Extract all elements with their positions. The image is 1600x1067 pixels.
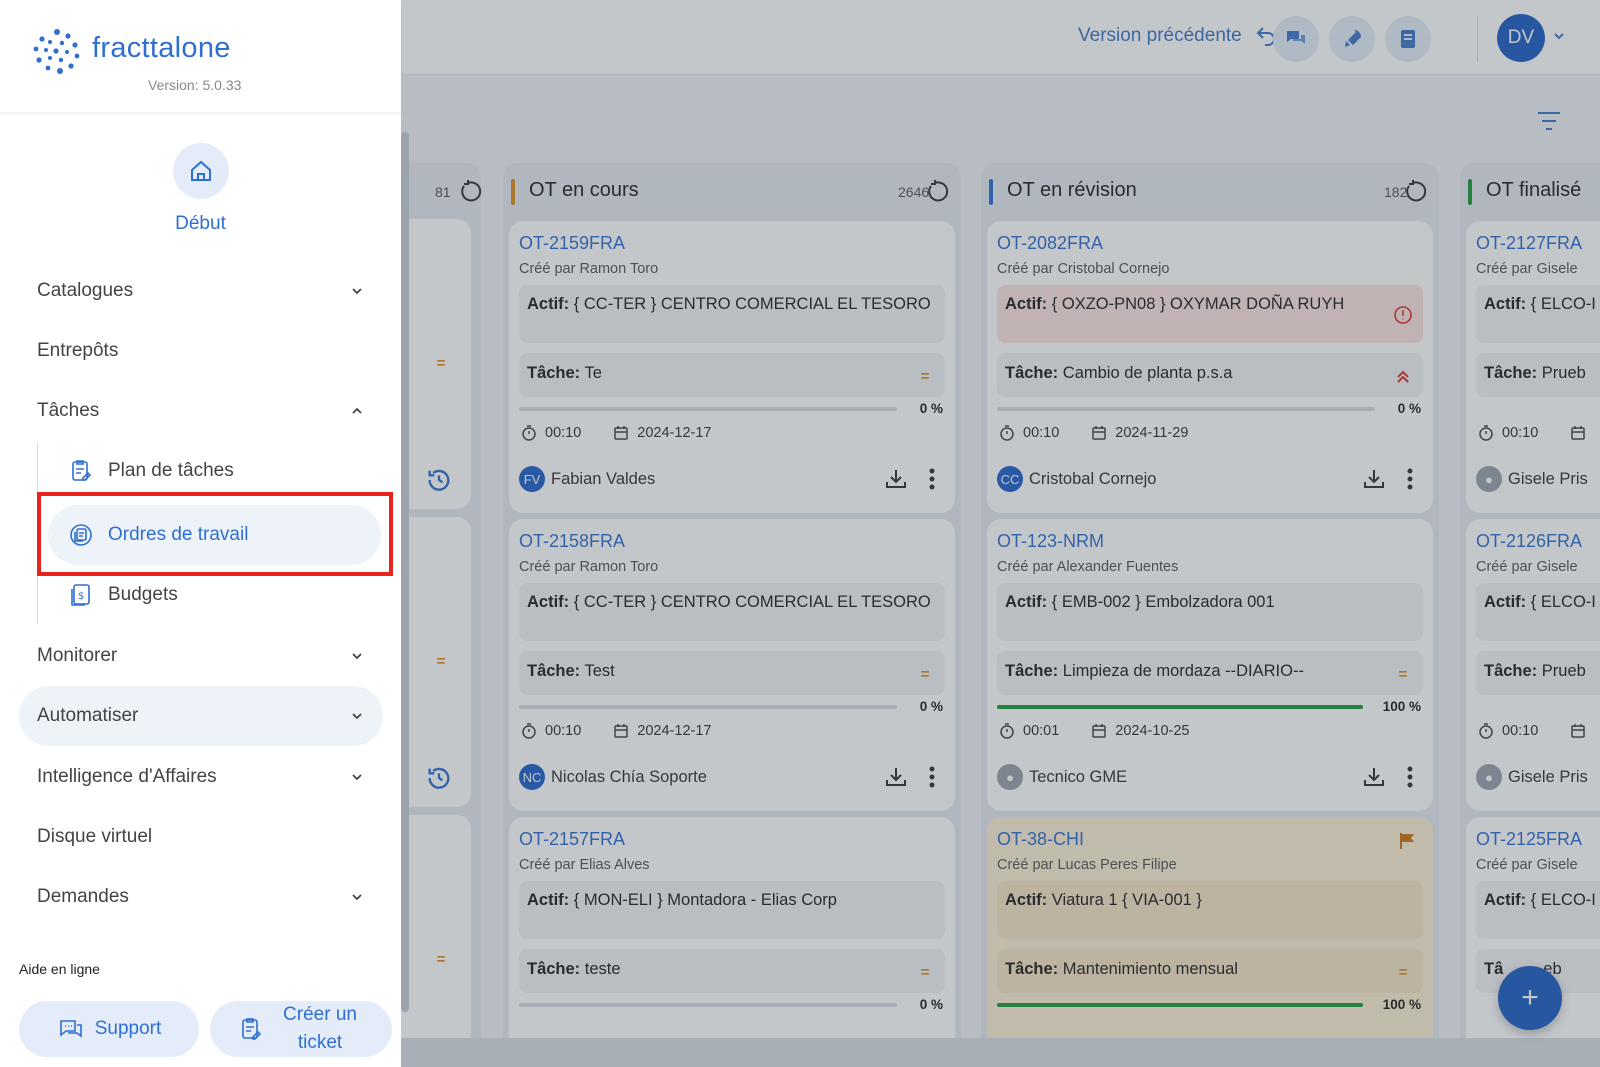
create-ticket-label: Créer un ticket bbox=[283, 1004, 357, 1053]
home-label[interactable]: Début bbox=[0, 213, 401, 235]
sidebar-item-monitorer[interactable]: Monitorer bbox=[37, 636, 365, 676]
brand-logo-text: fracttalone bbox=[92, 32, 231, 64]
sidebar-item-taches[interactable]: Tâches bbox=[37, 391, 365, 431]
fracttal-logo-icon bbox=[33, 29, 80, 74]
sidebar: fracttalone Version: 5.0.33 Début Catalo… bbox=[0, 0, 401, 1067]
sidebar-item-automatiser[interactable]: Automatiser bbox=[37, 696, 365, 736]
sidebar-item-budgets[interactable]: $ Budgets bbox=[68, 575, 178, 615]
sidebar-item-entrepots[interactable]: Entrepôts bbox=[37, 331, 365, 371]
sidebar-item-label: Intelligence d'Affaires bbox=[37, 766, 217, 787]
sidebar-item-label: Entrepôts bbox=[37, 340, 119, 361]
chevron-down-icon bbox=[352, 713, 362, 720]
support-button[interactable]: Support bbox=[19, 1001, 199, 1057]
logo-area: fracttalone Version: 5.0.33 bbox=[0, 0, 401, 113]
sidebar-item-label: Automatiser bbox=[37, 705, 139, 726]
sidebar-item-label: Plan de tâches bbox=[108, 460, 234, 481]
sidebar-item-intelligence-daffaires[interactable]: Intelligence d'Affaires bbox=[37, 757, 365, 797]
sidebar-item-label: Budgets bbox=[108, 584, 178, 605]
chevron-down-icon bbox=[352, 288, 362, 295]
budget-icon: $ bbox=[71, 584, 90, 606]
sidebar-item-label: Monitorer bbox=[37, 645, 118, 666]
support-chat-icon bbox=[59, 1020, 82, 1038]
dim-overlay[interactable] bbox=[401, 0, 1600, 1067]
sidebar-item-label: Tâches bbox=[37, 400, 100, 421]
clipboard-icon bbox=[72, 460, 92, 481]
sidebar-item-plan-de-taches[interactable]: Plan de tâches bbox=[68, 451, 234, 491]
sidebar-item-label: Catalogues bbox=[37, 280, 134, 301]
app-version: Version: 5.0.33 bbox=[148, 77, 242, 93]
home-icon bbox=[191, 160, 211, 181]
chevron-up-icon bbox=[352, 407, 362, 414]
sidebar-item-demandes[interactable]: Demandes bbox=[37, 877, 365, 917]
support-label: Support bbox=[94, 1018, 162, 1039]
chevron-down-icon bbox=[352, 774, 362, 781]
sidebar-item-label: Disque virtuel bbox=[37, 826, 153, 847]
highlight-annotation-box bbox=[37, 492, 393, 576]
create-ticket-button[interactable]: Créer un ticket bbox=[210, 1001, 392, 1057]
sidebar-item-disque-virtuel[interactable]: Disque virtuel bbox=[37, 817, 365, 857]
sidebar-scrollbar[interactable] bbox=[401, 132, 409, 1012]
svg-text:$: $ bbox=[78, 591, 84, 602]
help-section-label: Aide en ligne bbox=[19, 961, 100, 977]
ticket-icon bbox=[242, 1018, 262, 1040]
chevron-down-icon bbox=[352, 653, 362, 660]
sidebar-item-label: Demandes bbox=[37, 886, 129, 907]
sidebar-item-catalogues[interactable]: Catalogues bbox=[37, 271, 365, 311]
chevron-down-icon bbox=[352, 894, 362, 901]
home-button[interactable] bbox=[173, 143, 229, 199]
